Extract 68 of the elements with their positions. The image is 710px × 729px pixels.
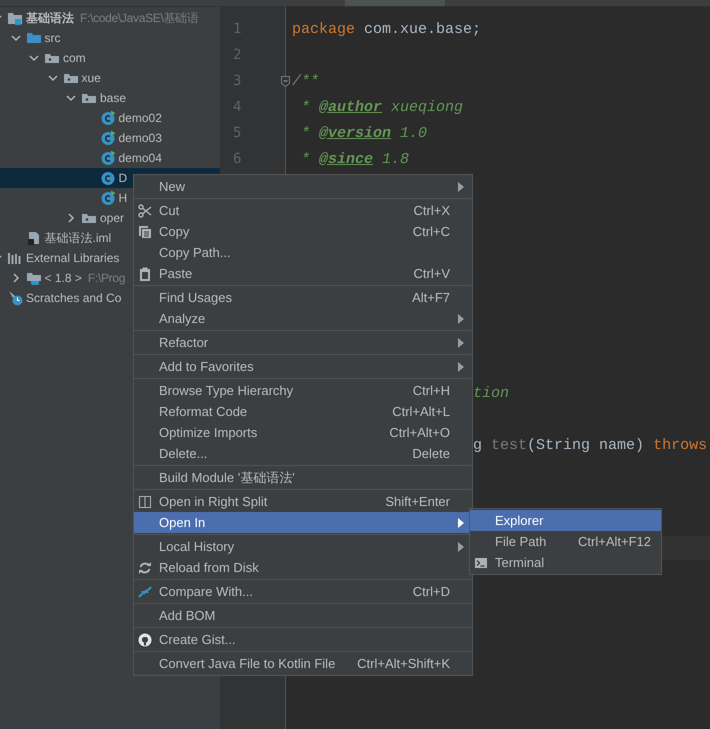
tree-item[interactable]: xue: [0, 68, 220, 88]
tree-item[interactable]: demo04: [0, 148, 220, 168]
shortcut-label: Ctrl+Alt+F12: [578, 534, 651, 549]
menu-item[interactable]: File Path Ctrl+Alt+F12: [470, 531, 661, 552]
folder-icon: [26, 30, 42, 46]
copy-icon: [138, 224, 152, 238]
menu-item[interactable]: Build Module '基础语法': [134, 467, 472, 488]
shortcut-label: Ctrl+X: [414, 203, 450, 218]
code-line: * @version 1.0: [300, 124, 428, 142]
shortcut-label: Ctrl+C: [412, 224, 450, 239]
menu-item[interactable]: Reload from Disk: [134, 557, 472, 578]
terminal-icon: [474, 556, 488, 570]
menu-item[interactable]: Cut Ctrl+X: [134, 200, 472, 221]
libraries-icon: [7, 250, 23, 266]
menu-item[interactable]: Browse Type Hierarchy Ctrl+H: [134, 380, 472, 401]
shortcut-label: Shift+Enter: [385, 494, 450, 509]
menu-item[interactable]: Add to Favorites: [134, 356, 472, 377]
fold-icon[interactable]: [281, 76, 290, 86]
module-file-icon: [26, 230, 42, 246]
tree-item[interactable]: src: [0, 28, 220, 48]
menu-item[interactable]: Copy Path...: [134, 242, 472, 263]
menu-item[interactable]: Paste Ctrl+V: [134, 263, 472, 284]
menu-item[interactable]: Open in Right Split Shift+Enter: [134, 491, 472, 512]
shortcut-label: Ctrl+Alt+L: [392, 404, 450, 419]
tree-item[interactable]: demo02: [0, 108, 220, 128]
shortcut-label: Ctrl+H: [412, 383, 450, 398]
shortcut-label: Ctrl+Alt+O: [389, 425, 450, 440]
menu-item[interactable]: Copy Ctrl+C: [134, 221, 472, 242]
menu-item[interactable]: Local History: [134, 536, 472, 557]
scissors-icon: [138, 204, 152, 218]
shortcut-label: Ctrl+V: [414, 266, 450, 281]
menu-item[interactable]: Reformat Code Ctrl+Alt+L: [134, 401, 472, 422]
tree-item[interactable]: base: [0, 88, 220, 108]
tree-item[interactable]: 基础语法 F:\code\JavaSE\基础语: [0, 8, 220, 28]
scratches-icon: [7, 290, 23, 306]
code-line: tion: [473, 384, 510, 402]
code-line: * @since 1.8: [300, 150, 410, 168]
shortcut-label: Ctrl+D: [412, 584, 450, 599]
shortcut-label: Delete: [412, 446, 450, 461]
menu-item[interactable]: Delete... Delete: [134, 443, 472, 464]
code-line: package com.xue.base;: [292, 20, 482, 38]
menu-item[interactable]: Find Usages Alt+F7: [134, 287, 472, 308]
code-line: * @author xueqiong: [300, 98, 464, 116]
reload-icon: [138, 560, 152, 574]
sdk-folder-icon: [26, 270, 42, 286]
menu-item[interactable]: Refactor: [134, 332, 472, 353]
menu-item[interactable]: Explorer: [470, 510, 661, 531]
menu-item[interactable]: Open In: [134, 512, 472, 533]
menu-item[interactable]: Terminal: [470, 552, 661, 573]
menu-item[interactable]: Optimize Imports Ctrl+Alt+O: [134, 422, 472, 443]
github-icon: [138, 632, 152, 646]
shortcut-label: Ctrl+Alt+Shift+K: [357, 656, 450, 671]
shortcut-label: Alt+F7: [412, 290, 450, 305]
code-line: /**: [292, 72, 320, 90]
tree-item[interactable]: com: [0, 48, 220, 68]
split-view-icon: [138, 494, 152, 508]
clipboard-icon: [138, 266, 152, 280]
code-line: g test(String name) throws: [473, 436, 708, 454]
menu-item[interactable]: Add BOM: [134, 605, 472, 626]
menu-item[interactable]: Analyze: [134, 308, 472, 329]
tree-item[interactable]: demo03: [0, 128, 220, 148]
menu-item[interactable]: Compare With... Ctrl+D: [134, 581, 472, 602]
path-label: F:\code\JavaSE\基础语: [80, 10, 199, 26]
compare-arrows-icon: [138, 584, 152, 598]
module-folder-icon: [7, 10, 23, 26]
menu-item[interactable]: Convert Java File to Kotlin File Ctrl+Alt+Shift+K: [134, 653, 472, 674]
path-label: F:\Prog: [88, 271, 126, 285]
menu-item[interactable]: Create Gist...: [134, 629, 472, 650]
